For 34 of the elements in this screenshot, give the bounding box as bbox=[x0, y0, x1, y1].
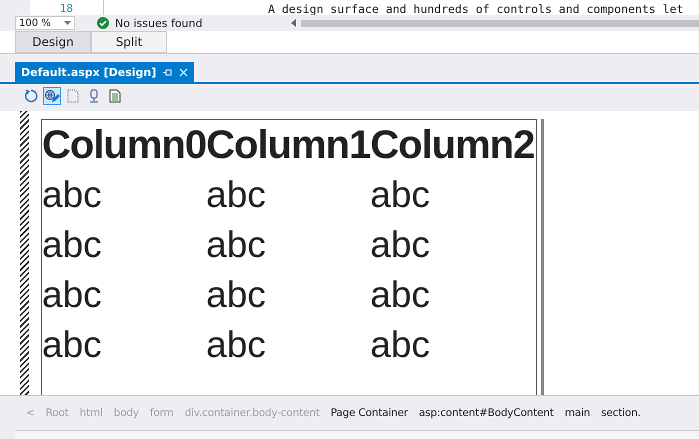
table-cell-text: abc bbox=[42, 323, 103, 367]
caret-icon bbox=[64, 21, 71, 25]
check-circle-icon bbox=[97, 17, 109, 29]
issues-status: No issues found bbox=[115, 16, 204, 30]
table-cell-text: abc bbox=[206, 273, 267, 317]
close-icon[interactable] bbox=[179, 68, 188, 76]
breadcrumb-item[interactable]: section. bbox=[601, 407, 641, 419]
table-cell-text: abc bbox=[370, 173, 431, 217]
zoom-dropdown[interactable]: 100 % bbox=[15, 16, 75, 30]
column-header: Column1 bbox=[206, 122, 370, 169]
view-tab[interactable]: Split bbox=[91, 31, 167, 53]
pin-icon[interactable] bbox=[163, 68, 172, 76]
view-tab[interactable]: Design bbox=[15, 31, 91, 53]
table-cell-text: abc bbox=[206, 173, 267, 217]
breadcrumb-item[interactable]: Page Container bbox=[330, 407, 408, 419]
breadcrumb-item[interactable]: asp:content#BodyContent bbox=[418, 407, 554, 419]
table-cell-text: abc bbox=[370, 223, 431, 267]
column-header: Column0 bbox=[42, 122, 206, 169]
column-header: Column2 bbox=[370, 122, 534, 169]
scroll-left-icon[interactable] bbox=[291, 19, 296, 27]
line-number: 18 bbox=[60, 3, 73, 15]
table-cell-text: abc bbox=[370, 273, 431, 317]
table-cell-text: abc bbox=[370, 323, 431, 367]
document-tab[interactable]: Default.aspx [Design] bbox=[15, 62, 194, 82]
database-icon bbox=[88, 89, 100, 103]
table-cell-text: abc bbox=[42, 273, 103, 317]
globe-pencil-button[interactable] bbox=[43, 87, 61, 105]
horizontal-scrollbar[interactable] bbox=[291, 18, 699, 28]
table-cell-text: abc bbox=[42, 223, 103, 267]
table-cell-text: abc bbox=[206, 223, 267, 267]
breadcrumb-item[interactable]: main bbox=[564, 407, 590, 419]
refresh-button[interactable] bbox=[22, 87, 40, 105]
table-cell-text: abc bbox=[42, 173, 103, 217]
table-cell-text: abc bbox=[206, 323, 267, 367]
